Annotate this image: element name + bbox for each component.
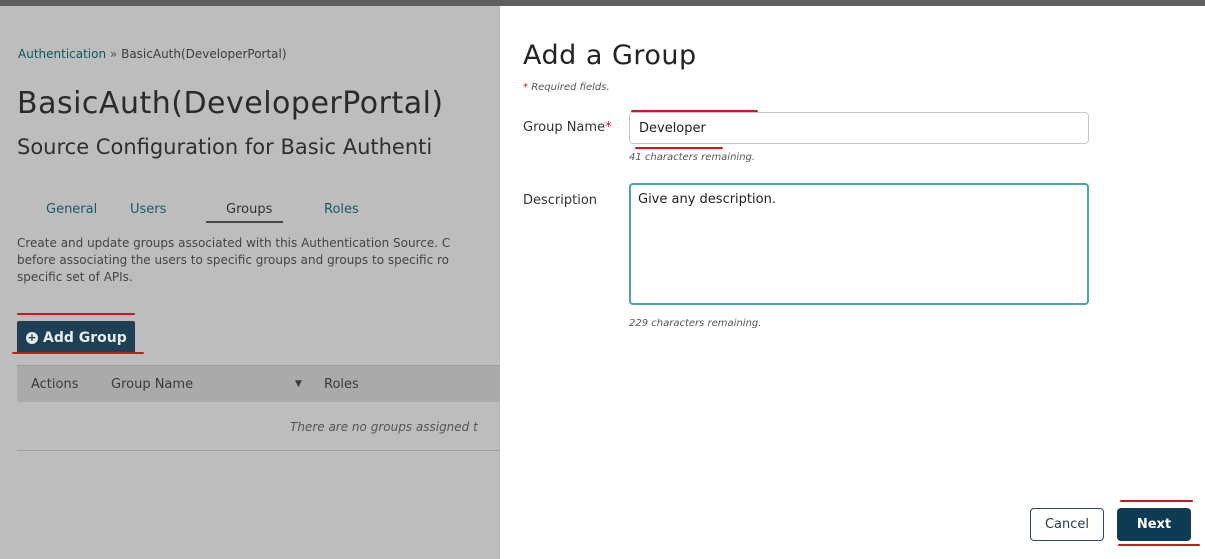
tab-users[interactable]: Users [130,202,166,217]
plus-circle-icon: + [26,330,38,344]
groups-table-header: Actions Group Name ▼ Roles [17,365,500,402]
tab-groups[interactable]: Groups [226,202,272,217]
tab-roles[interactable]: Roles [324,202,359,217]
breadcrumb-separator: » [109,47,118,61]
description-label: Description [523,193,598,208]
required-star: * [605,120,612,135]
tab-general[interactable]: General [46,202,97,217]
active-tab-indicator [206,221,283,223]
description-line: Create and update groups associated with… [17,236,451,250]
add-group-button[interactable]: + Add Group [17,321,135,354]
group-name-input[interactable] [629,112,1089,144]
description-char-count: 229 characters remaining. [629,318,762,329]
page-title: BasicAuth(DeveloperPortal) [17,86,444,121]
breadcrumb-current: BasicAuth(DeveloperPortal) [121,47,287,61]
add-group-dialog: Add a Group * Required fields. Group Nam… [500,6,1205,559]
group-name-label: Group Name* [523,120,612,135]
sort-down-icon[interactable]: ▼ [295,379,302,389]
annotation-underline [17,313,135,315]
group-name-char-count: 41 characters remaining. [629,152,756,163]
description-line: before associating the users to specific… [17,253,450,267]
background-page: Authentication » BasicAuth(DeveloperPort… [0,6,500,559]
table-divider [17,450,500,451]
annotation-underline [1118,544,1200,546]
annotation-underline [1120,500,1193,502]
breadcrumb: Authentication » BasicAuth(DeveloperPort… [18,47,287,61]
column-header-roles[interactable]: Roles [324,377,359,392]
page-subtitle: Source Configuration for Basic Authenti [17,135,433,159]
breadcrumb-authentication-link[interactable]: Authentication [18,47,106,61]
required-fields-note: * Required fields. [523,82,610,93]
next-button[interactable]: Next [1117,508,1191,541]
annotation-underline [635,147,723,149]
required-star: * [523,82,528,93]
column-header-actions: Actions [31,377,79,392]
description-line: specific set of APIs. [17,270,133,284]
column-header-group-name[interactable]: Group Name [111,377,193,392]
empty-table-message: There are no groups assigned t [290,420,478,434]
required-fields-text: Required fields. [531,82,610,93]
add-group-label: Add Group [43,329,127,346]
dialog-title: Add a Group [523,40,697,71]
annotation-underline [12,352,144,354]
cancel-button[interactable]: Cancel [1030,508,1104,541]
annotation-underline [631,110,758,112]
groups-description: Create and update groups associated with… [17,235,500,286]
description-textarea[interactable]: Give any description. [629,183,1089,305]
group-name-label-text: Group Name [523,120,606,135]
